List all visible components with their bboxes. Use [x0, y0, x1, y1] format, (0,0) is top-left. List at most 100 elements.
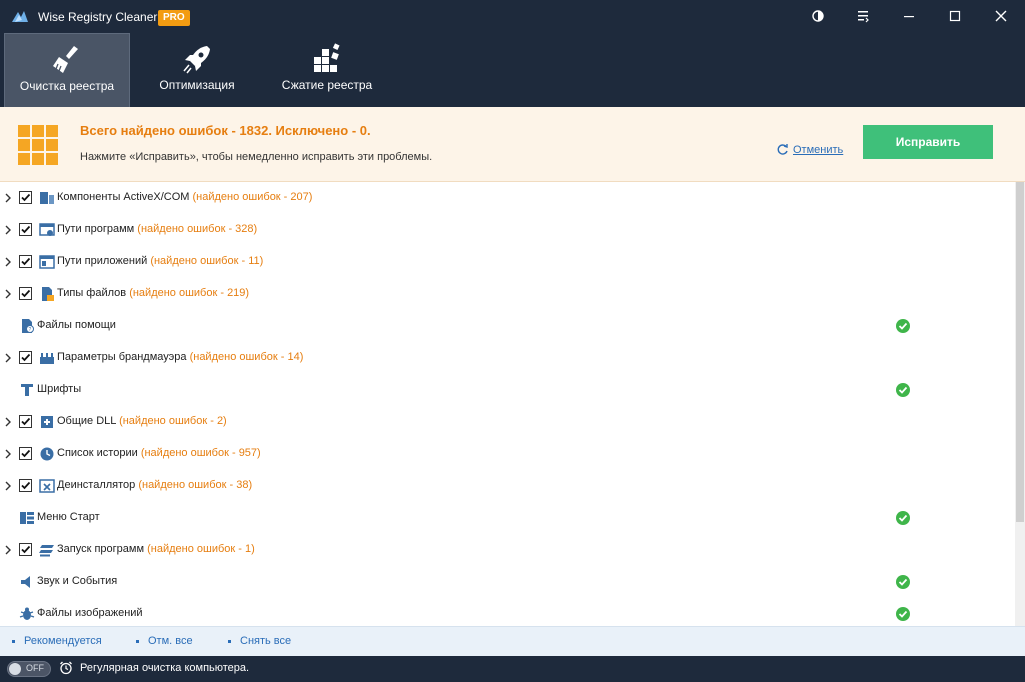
scrollbar[interactable]	[1015, 182, 1025, 626]
error-count: (найдено ошибок - 219)	[129, 287, 250, 299]
chevron-right-icon[interactable]	[3, 289, 13, 299]
scan-summary: Всего найдено ошибок - 1832. Исключено -…	[0, 107, 1025, 182]
category-checkbox[interactable]	[19, 287, 32, 300]
category-checkbox[interactable]	[19, 255, 32, 268]
category-row[interactable]: Шрифты	[0, 374, 1015, 406]
deselect-all-label: Снять все	[240, 635, 292, 647]
ok-check-icon	[896, 511, 910, 525]
title-bar: Wise Registry Cleaner X PRO	[0, 0, 1025, 32]
error-count: (найдено ошибок - 328)	[137, 223, 258, 235]
category-label: Пути программ (найдено ошибок - 328)	[57, 223, 257, 235]
category-name: Запуск программ	[57, 543, 145, 555]
status-text: Регулярная очистка компьютера.	[80, 662, 250, 674]
chevron-right-icon[interactable]	[3, 545, 13, 555]
category-label: Компоненты ActiveX/COM (найдено ошибок -…	[57, 191, 312, 203]
chevron-right-icon[interactable]	[3, 449, 13, 459]
category-row[interactable]: Типы файлов (найдено ошибок - 219)	[0, 278, 1015, 310]
selection-bar: Рекомендуется Отм. все Снять все	[0, 626, 1025, 656]
rocket-icon	[183, 46, 210, 74]
close-button[interactable]	[989, 4, 1013, 28]
category-checkbox[interactable]	[19, 447, 32, 460]
scroll-thumb[interactable]	[1016, 182, 1024, 522]
theme-button[interactable]	[806, 4, 830, 28]
chevron-right-icon[interactable]	[3, 417, 13, 427]
alarm-clock-icon	[60, 661, 72, 675]
uninstaller-icon	[39, 479, 55, 493]
ok-check-icon	[896, 607, 910, 621]
error-count: (найдено ошибок - 207)	[192, 191, 313, 203]
blocks-icon	[314, 43, 340, 72]
fix-button[interactable]: Исправить	[863, 125, 993, 159]
category-row[interactable]: Пути программ (найдено ошибок - 328)	[0, 214, 1015, 246]
category-row[interactable]: ? Файлы помощи	[0, 310, 1015, 342]
select-all-link[interactable]: Отм. все	[136, 635, 193, 647]
menu-button[interactable]	[851, 4, 875, 28]
category-label: Файлы изображений	[37, 607, 143, 619]
category-row[interactable]: Общие DLL (найдено ошибок - 2)	[0, 406, 1015, 438]
app-logo-icon	[12, 11, 28, 22]
category-row[interactable]: Список истории (найдено ошибок - 957)	[0, 438, 1015, 470]
tab-label: Сжатие реестра	[281, 78, 373, 92]
chevron-right-icon[interactable]	[3, 481, 13, 491]
chevron-right-icon[interactable]	[3, 353, 13, 363]
chevron-right-icon[interactable]	[3, 257, 13, 267]
recommended-label: Рекомендуется	[24, 635, 102, 647]
category-row[interactable]: Деинсталлятор (найдено ошибок - 38)	[0, 470, 1015, 502]
category-checkbox[interactable]	[19, 223, 32, 236]
recommended-link[interactable]: Рекомендуется	[12, 635, 102, 647]
category-label: Деинсталлятор (найдено ошибок - 38)	[57, 479, 252, 491]
file-types-icon	[42, 287, 54, 301]
maximize-button[interactable]	[943, 4, 967, 28]
category-checkbox[interactable]	[19, 191, 32, 204]
undo-link[interactable]: Отменить	[776, 143, 843, 156]
error-count: (найдено ошибок - 2)	[119, 415, 227, 427]
undo-icon	[777, 144, 788, 155]
chevron-right-icon[interactable]	[3, 225, 13, 235]
category-checkbox[interactable]	[19, 415, 32, 428]
tab-registry-defrag[interactable]: Сжатие реестра	[264, 33, 390, 107]
tab-optimization[interactable]: Оптимизация	[134, 33, 260, 107]
error-count: (найдено ошибок - 1)	[147, 543, 255, 555]
category-row[interactable]: Звук и События	[0, 566, 1015, 598]
error-count: (найдено ошибок - 14)	[189, 351, 304, 363]
scheduled-clean-toggle[interactable]: OFF	[7, 661, 51, 677]
category-name: Файлы изображений	[37, 607, 143, 619]
undo-label: Отменить	[793, 143, 844, 156]
category-name: Пути приложений	[57, 255, 148, 267]
tab-label: Оптимизация	[159, 78, 235, 92]
category-name: Типы файлов	[57, 287, 127, 299]
category-row[interactable]: Пути приложений (найдено ошибок - 11)	[0, 246, 1015, 278]
category-label: Запуск программ (найдено ошибок - 1)	[57, 543, 255, 555]
category-name: Звук и События	[37, 575, 118, 587]
chevron-right-icon[interactable]	[3, 193, 13, 203]
category-label: Список истории (найдено ошибок - 957)	[57, 447, 261, 459]
error-count: (найдено ошибок - 11)	[150, 255, 264, 267]
category-label: Параметры брандмауэра (найдено ошибок - …	[57, 351, 303, 363]
category-checkbox[interactable]	[19, 479, 32, 492]
category-row[interactable]: Компоненты ActiveX/COM (найдено ошибок -…	[0, 182, 1015, 214]
error-count: (найдено ошибок - 957)	[140, 447, 261, 459]
category-row[interactable]: Меню Старт	[0, 502, 1015, 534]
category-label: Файлы помощи	[37, 319, 116, 331]
minimize-button[interactable]	[897, 4, 921, 28]
category-name: Шрифты	[37, 383, 82, 395]
category-checkbox[interactable]	[19, 351, 32, 364]
menu-icon	[858, 11, 869, 23]
summary-title: Всего найдено ошибок - 1832. Исключено -…	[80, 123, 371, 138]
category-name: Список истории	[57, 447, 138, 459]
category-row[interactable]: Файлы изображений	[0, 598, 1015, 626]
category-row[interactable]: Запуск программ (найдено ошибок - 1)	[0, 534, 1015, 566]
category-label: Пути приложений (найдено ошибок - 11)	[57, 255, 263, 267]
firewall-icon	[40, 353, 54, 364]
image-files-icon	[19, 607, 35, 620]
summary-hint: Нажмите «Исправить», чтобы немедленно ис…	[80, 151, 433, 163]
category-checkbox[interactable]	[19, 543, 32, 556]
svg-text:?: ?	[29, 327, 32, 333]
category-name: Общие DLL	[57, 415, 116, 427]
deselect-all-link[interactable]: Снять все	[228, 635, 291, 647]
status-bar: OFF Регулярная очистка компьютера.	[0, 656, 1025, 682]
category-row[interactable]: Параметры брандмауэра (найдено ошибок - …	[0, 342, 1015, 374]
registry-grid-icon	[18, 125, 58, 165]
tab-registry-cleaner[interactable]: Очистка реестра	[4, 33, 130, 107]
category-name: Деинсталлятор	[57, 479, 136, 491]
